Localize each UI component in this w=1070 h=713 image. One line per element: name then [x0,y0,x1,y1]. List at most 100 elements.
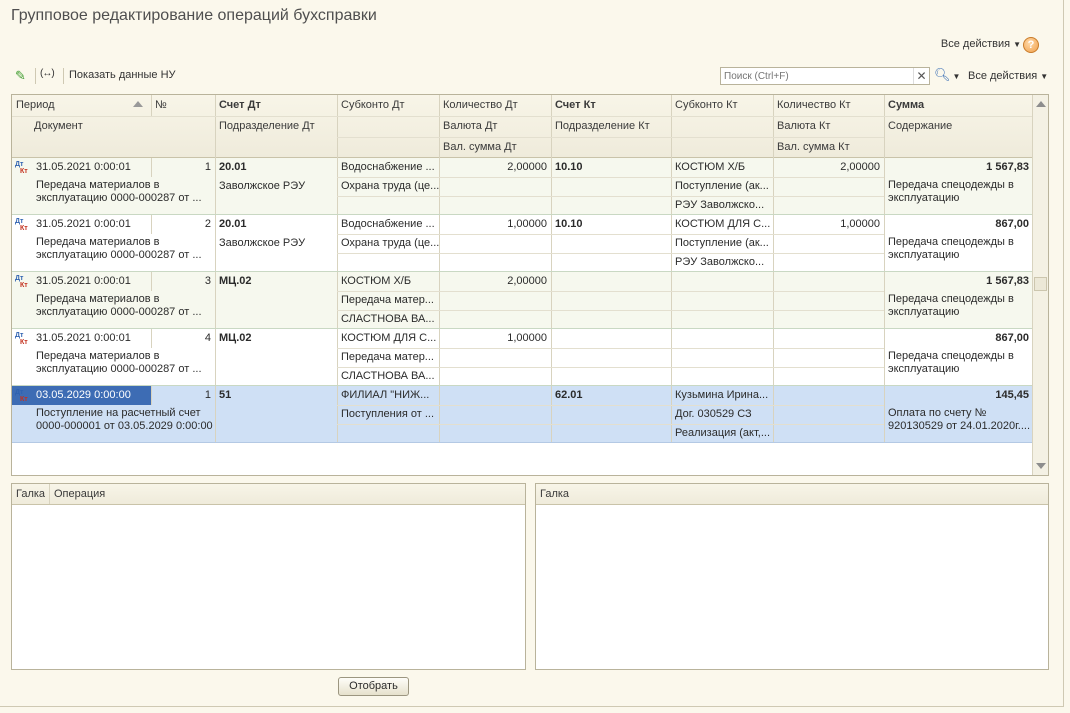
cell-content[interactable]: Передача спецодежды в эксплуатацию [884,350,1033,380]
cell-subconto-dt-3[interactable] [337,196,439,215]
cell-division-dt[interactable]: Заволжское РЭУ [215,234,337,253]
cell-subconto-dt-3[interactable]: СЛАСТНОВА ВА... [337,310,439,329]
cell-period[interactable]: 03.05.2029 0:00:00 [32,386,151,405]
cell-qty-dt[interactable]: 1,00000 [439,329,551,348]
cell-amount[interactable]: 867,00 [884,215,1033,234]
col-currency-dt[interactable]: Валюта Дт [439,116,551,137]
cell-subconto-dt-1[interactable]: ФИЛИАЛ "НИЖ... [337,386,439,405]
cell-qty-kt[interactable] [773,272,884,291]
cell-qty-dt[interactable]: 1,00000 [439,215,551,234]
cell-subconto-kt-3[interactable]: РЭУ Заволжско... [671,196,773,215]
col-num[interactable]: № [151,95,215,116]
scroll-up-icon[interactable] [1036,101,1046,107]
cell-subconto-dt-2[interactable]: Охрана труда (це... [337,234,439,253]
cell-account-kt[interactable]: 10.10 [551,158,671,177]
col-flag[interactable]: Галка [536,484,569,504]
expand-icon[interactable]: (↔) [40,68,55,79]
cell-qty-kt[interactable] [773,386,884,405]
cell-subconto-kt-2[interactable] [671,348,773,367]
cell-subconto-kt-3[interactable] [671,310,773,329]
cell-division-dt[interactable] [215,405,337,424]
cell-subconto-kt-2[interactable] [671,291,773,310]
cell-subconto-kt-2[interactable]: Поступление (ак... [671,177,773,196]
cell-content[interactable]: Передача спецодежды в эксплуатацию [884,236,1033,266]
cell-account-dt[interactable]: 20.01 [215,158,337,177]
all-actions-menu-top[interactable]: Все действия ▼ [941,38,1021,50]
col-division-dt[interactable]: Подразделение Дт [215,116,337,137]
table-row[interactable]: Дт Кт 31.05.2021 0:00:01 1 20.01 Водоснабжени… [12,158,1033,215]
cell-qty-dt[interactable] [439,386,551,405]
cell-subconto-dt-1[interactable]: КОСТЮМ Х/Б [337,272,439,291]
col-qty-dt[interactable]: Количество Дт [439,95,551,116]
cell-subconto-dt-2[interactable]: Охрана труда (це... [337,177,439,196]
scroll-thumb[interactable] [1034,277,1047,291]
cell-period[interactable]: 31.05.2021 0:00:01 [32,329,151,348]
cell-qty-kt[interactable] [773,329,884,348]
pencil-icon[interactable]: ✎ [15,69,29,83]
cell-subconto-kt-3[interactable] [671,367,773,386]
table-row[interactable]: Дт Кт 03.05.2029 0:00:00 1 51 ФИЛИАЛ "НИЖ... 6… [12,386,1033,443]
select-button[interactable]: Отобрать [338,677,409,696]
cell-qty-kt[interactable]: 1,00000 [773,215,884,234]
cell-subconto-kt-2[interactable]: Поступление (ак... [671,234,773,253]
flags-panel[interactable]: Галка [535,483,1049,670]
cell-account-kt[interactable] [551,329,671,348]
cell-division-dt[interactable] [215,291,337,310]
cell-subconto-dt-1[interactable]: Водоснабжение ... [337,158,439,177]
cell-subconto-dt-3[interactable] [337,424,439,443]
col-qty-kt[interactable]: Количество Кт [773,95,884,116]
cell-qty-dt[interactable]: 2,00000 [439,272,551,291]
cell-subconto-dt-3[interactable] [337,253,439,272]
entries-grid[interactable]: Период № Счет Дт Субконто Дт Количество … [11,94,1049,476]
col-subconto-dt[interactable]: Субконто Дт [337,95,439,116]
cell-subconto-dt-2[interactable]: Поступления от ... [337,405,439,424]
col-amount[interactable]: Сумма [884,95,1033,116]
cell-num[interactable]: 2 [151,215,215,234]
cell-subconto-kt-1[interactable] [671,272,773,291]
col-division-kt[interactable]: Подразделение Кт [551,116,671,137]
cell-period[interactable]: 31.05.2021 0:00:01 [32,158,151,177]
cell-account-dt[interactable]: 20.01 [215,215,337,234]
cell-subconto-kt-1[interactable]: КОСТЮМ Х/Б [671,158,773,177]
col-period[interactable]: Период [12,95,151,116]
cell-num[interactable]: 1 [151,386,215,405]
all-actions-menu[interactable]: Все действия ▼ [968,70,1048,82]
cell-subconto-kt-3[interactable]: РЭУ Заволжско... [671,253,773,272]
cell-subconto-dt-1[interactable]: КОСТЮМ ДЛЯ С... [337,329,439,348]
cell-subconto-kt-1[interactable]: Кузьмина Ирина... [671,386,773,405]
col-cur-amount-kt[interactable]: Вал. сумма Кт [773,137,884,158]
cell-content[interactable]: Передача спецодежды в эксплуатацию [884,293,1033,323]
cell-amount[interactable]: 1 567,83 [884,272,1033,291]
table-row[interactable]: Дт Кт 31.05.2021 0:00:01 2 20.01 Водоснабжени… [12,215,1033,272]
cell-subconto-dt-1[interactable]: Водоснабжение ... [337,215,439,234]
cell-subconto-kt-1[interactable]: КОСТЮМ ДЛЯ С... [671,215,773,234]
col-account-kt[interactable]: Счет Кт [551,95,671,116]
table-row[interactable]: Дт Кт 31.05.2021 0:00:01 3 МЦ.02 КОСТЮМ Х/Б 2,… [12,272,1033,329]
cell-content[interactable]: Передача спецодежды в эксплуатацию [884,179,1033,209]
col-subconto-kt[interactable]: Субконто Кт [671,95,773,116]
cell-amount[interactable]: 867,00 [884,329,1033,348]
cell-division-dt[interactable] [215,348,337,367]
col-currency-kt[interactable]: Валюта Кт [773,116,884,137]
cell-content[interactable]: Оплата по счету № 920130529 от 24.01.202… [884,407,1033,437]
cell-subconto-dt-2[interactable]: Передача матер... [337,291,439,310]
cell-document[interactable]: Поступление на расчетный счет 0000-00000… [32,407,215,437]
cell-subconto-kt-1[interactable] [671,329,773,348]
cell-account-dt[interactable]: МЦ.02 [215,329,337,348]
col-cur-amount-dt[interactable]: Вал. сумма Дт [439,137,551,158]
cell-amount[interactable]: 1 567,83 [884,158,1033,177]
cell-num[interactable]: 1 [151,158,215,177]
col-flag[interactable]: Галка [12,484,50,504]
show-nu-button[interactable]: Показать данные НУ [69,69,176,81]
help-icon[interactable]: ? [1023,37,1039,53]
search-button[interactable]: 🔍︎ ▼ [934,67,960,83]
cell-document[interactable]: Передача материалов в эксплуатацию 0000-… [32,350,215,380]
cell-account-kt[interactable] [551,272,671,291]
scroll-down-icon[interactable] [1036,463,1046,469]
cell-period[interactable]: 31.05.2021 0:00:01 [32,215,151,234]
cell-period[interactable]: 31.05.2021 0:00:01 [32,272,151,291]
cell-account-kt[interactable]: 10.10 [551,215,671,234]
col-operation[interactable]: Операция [50,484,105,504]
clear-search-icon[interactable]: ✕ [913,68,929,84]
cell-subconto-dt-3[interactable]: СЛАСТНОВА ВА... [337,367,439,386]
